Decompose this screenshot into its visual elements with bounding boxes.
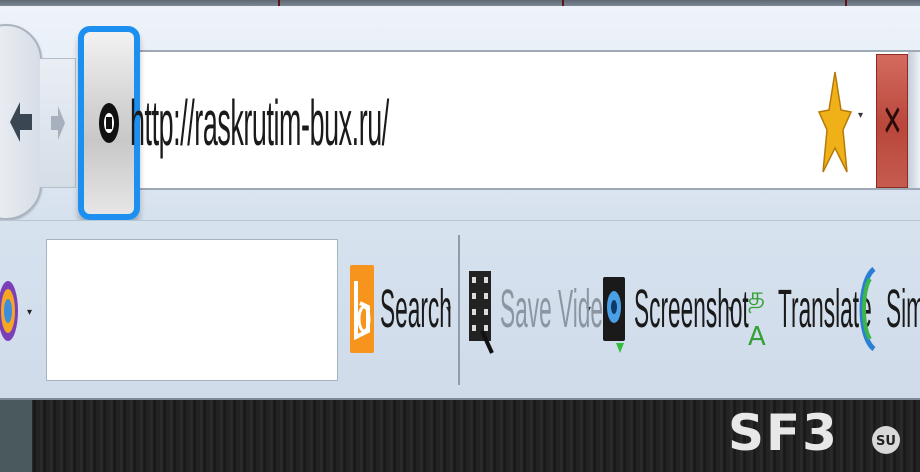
url-text[interactable]: http://raskrutim-bux.ru/	[130, 78, 389, 168]
toolbar-divider	[458, 235, 460, 385]
similar-sites-icon	[859, 267, 876, 351]
star-icon[interactable]	[818, 68, 852, 176]
stop-button[interactable]: ✕	[876, 54, 908, 188]
forward-arrow-icon	[50, 106, 65, 140]
svg-text:A: A	[748, 322, 766, 352]
search-button[interactable]: Search ▾	[350, 261, 452, 357]
screenshot-label: Screenshot	[634, 279, 749, 339]
stop-icon: ✕	[881, 96, 903, 146]
camera-icon	[603, 277, 625, 353]
bookmark-dropdown-arrow[interactable]: ▾	[858, 110, 863, 121]
addon-toolbar: ▾ Search ▾ Save Video ▾ Screenshot ▾ த A…	[0, 220, 920, 399]
watermark-badge: SU	[876, 434, 896, 449]
search-input[interactable]	[46, 239, 338, 381]
translate-icon: த A	[748, 282, 766, 352]
page-edge	[0, 400, 32, 472]
addon-dropdown-arrow[interactable]: ▾	[27, 307, 32, 318]
watermark-logo: SF3 SU	[728, 406, 900, 462]
forward-button[interactable]	[40, 58, 76, 188]
translate-label: Translate	[778, 279, 872, 339]
bing-icon	[350, 265, 374, 353]
search-label: Search	[380, 279, 452, 339]
svg-text:த: த	[748, 282, 765, 313]
back-button[interactable]	[0, 24, 42, 220]
back-arrow-icon	[10, 102, 32, 142]
save-video-button[interactable]: Save Video ▾	[468, 261, 616, 357]
page-content-strip: SF3 SU	[0, 398, 920, 472]
similar-sites-button[interactable]: Simi	[856, 261, 920, 357]
addon-icon[interactable]	[0, 271, 22, 351]
address-bar-edge	[908, 50, 920, 190]
watermark-text: SF3	[728, 406, 839, 462]
screenshot-button[interactable]: Screenshot ▾	[602, 261, 749, 357]
film-icon	[469, 271, 494, 354]
navigation-bar: http://raskrutim-bux.ru/ ▾ ✕	[0, 6, 920, 220]
globe-icon	[99, 103, 119, 143]
save-video-label: Save Video	[500, 279, 616, 339]
translate-button[interactable]: த A Translate	[746, 261, 872, 357]
similar-sites-label: Simi	[886, 279, 920, 339]
